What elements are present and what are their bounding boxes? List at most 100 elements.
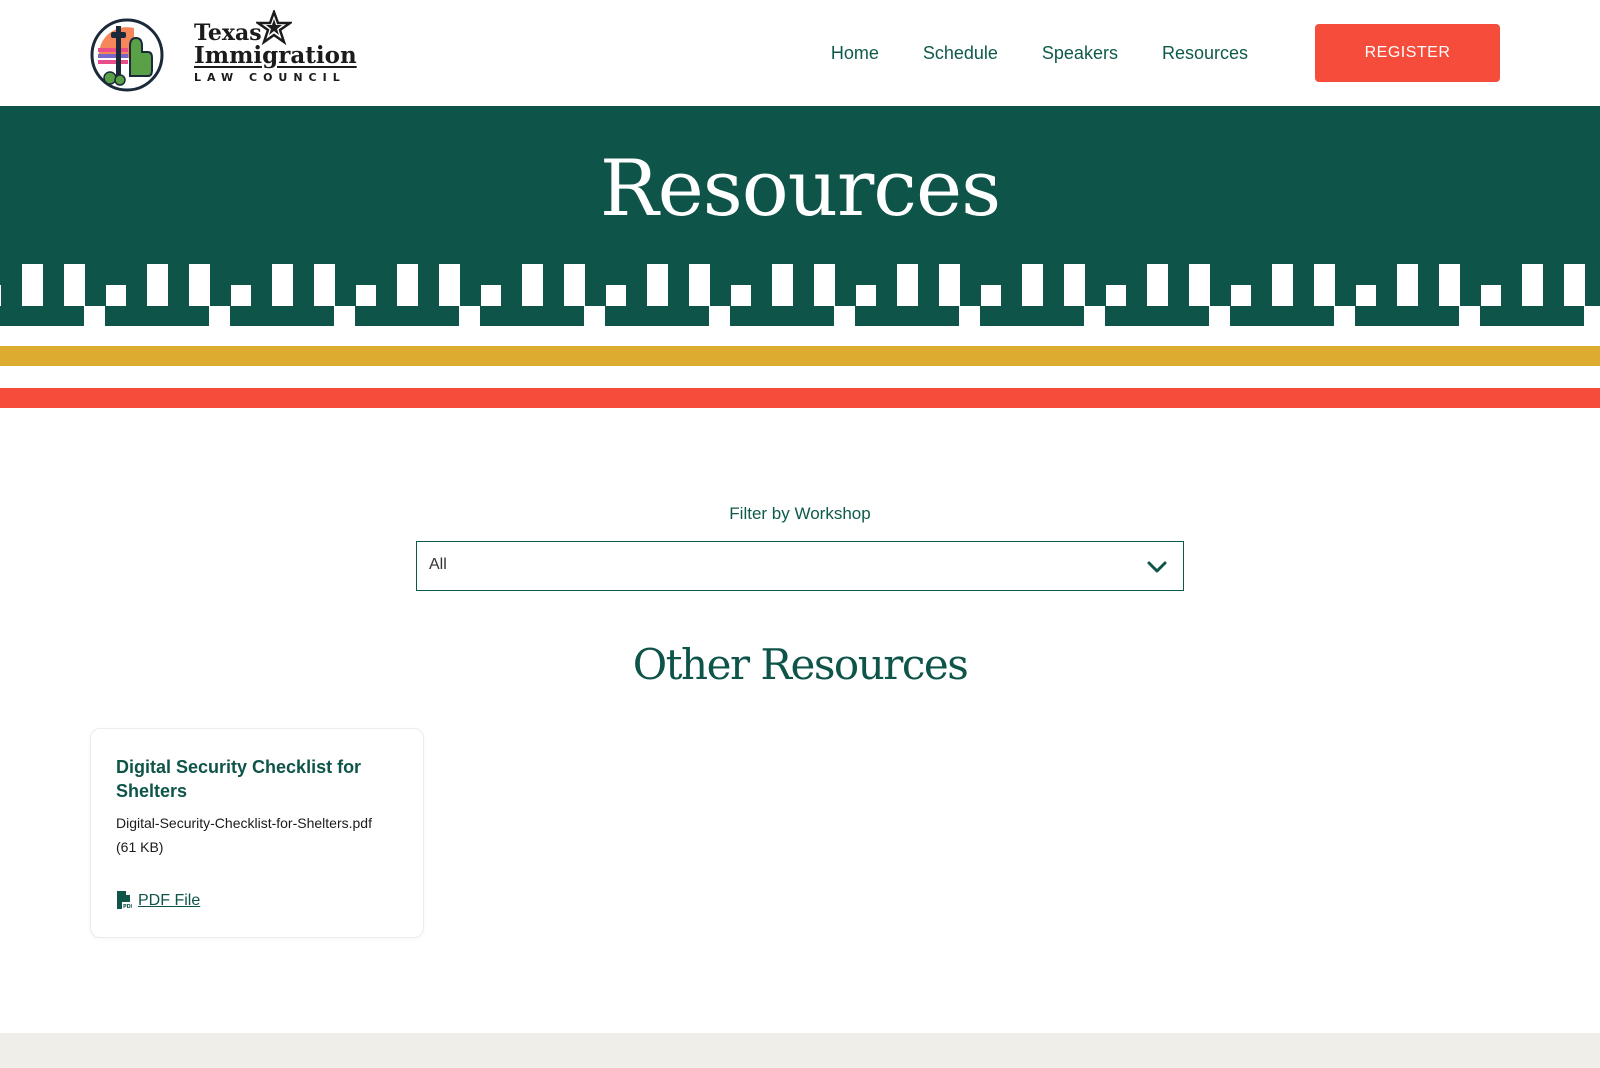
pattern-block (1043, 285, 1064, 306)
pattern-block (64, 264, 85, 285)
pattern-block (230, 306, 334, 326)
select-value: All (429, 556, 447, 573)
resource-type-link[interactable]: PDF PDF File (116, 891, 200, 910)
pattern-block (1105, 306, 1209, 326)
pattern-block (814, 264, 835, 285)
pattern-block (855, 306, 959, 326)
logo-line-3: LAW COUNCIL (194, 71, 346, 84)
pattern-block (1314, 264, 1335, 285)
pattern-block (1376, 285, 1397, 306)
workshop-filter-select[interactable]: All (416, 541, 1184, 591)
pattern-block (43, 285, 64, 306)
pattern-block (418, 285, 439, 306)
pattern-block (960, 285, 981, 306)
pattern-block (835, 285, 856, 306)
red-stripe (0, 388, 1600, 408)
pattern-block (1230, 306, 1334, 326)
pattern-block (1147, 264, 1168, 285)
pattern-block (168, 285, 189, 306)
logo-badge-icon (90, 18, 164, 92)
nav-resources[interactable]: Resources (1140, 38, 1270, 68)
pattern-block (876, 285, 897, 306)
pattern-block (1460, 285, 1481, 306)
svg-text:PDF: PDF (123, 904, 132, 910)
pattern-block (335, 285, 356, 306)
pattern-block (585, 285, 606, 306)
pattern-block (772, 264, 793, 285)
pattern-block (1501, 285, 1522, 306)
pattern-block (1585, 285, 1600, 306)
pdf-file-icon: PDF (117, 891, 132, 910)
main-nav: Home Schedule Speakers Resources (809, 38, 1270, 68)
page-title: Resources (599, 144, 1001, 234)
pattern-block (1001, 285, 1022, 306)
pattern-block (668, 285, 689, 306)
pattern-block (897, 264, 918, 285)
pattern-block (605, 306, 709, 326)
pattern-block (980, 306, 1084, 326)
pattern-block (1439, 264, 1460, 285)
pattern-block (1210, 285, 1231, 306)
nav-schedule[interactable]: Schedule (901, 38, 1020, 68)
pattern-block (397, 264, 418, 285)
pattern-block (1522, 264, 1543, 285)
pattern-block (1168, 285, 1189, 306)
pattern-block (939, 264, 960, 285)
pattern-block (460, 285, 481, 306)
pattern-block (1564, 264, 1585, 285)
pattern-block (689, 264, 710, 285)
filter-label: Filter by Workshop (729, 504, 871, 523)
star-icon (256, 10, 292, 46)
nav-speakers[interactable]: Speakers (1020, 38, 1140, 68)
pattern-block (1480, 306, 1584, 326)
pattern-block (0, 306, 84, 326)
resource-title[interactable]: Digital Security Checklist for Shelters (116, 755, 406, 803)
site-header: Texas Immigration LAW COUNCIL Home Sched… (0, 0, 1600, 106)
resource-type-label: PDF File (138, 891, 201, 909)
pattern-block (1251, 285, 1272, 306)
pattern-block (126, 285, 147, 306)
pattern-block (710, 285, 731, 306)
register-button[interactable]: REGISTER (1315, 24, 1500, 82)
site-logo[interactable]: Texas Immigration LAW COUNCIL (90, 10, 357, 94)
pattern-block (210, 285, 231, 306)
decorative-pattern (0, 264, 1600, 326)
pattern-block (1, 285, 22, 306)
pattern-block (1543, 285, 1564, 306)
resource-card[interactable]: Digital Security Checklist for Shelters … (90, 728, 424, 938)
pattern-block (564, 264, 585, 285)
pattern-block (1189, 264, 1210, 285)
pattern-block (1064, 264, 1085, 285)
pattern-block (85, 285, 106, 306)
pattern-block (293, 285, 314, 306)
pattern-block (918, 285, 939, 306)
site-footer (0, 1033, 1600, 1068)
pattern-block (793, 285, 814, 306)
gold-stripe (0, 346, 1600, 366)
pattern-block (1335, 285, 1356, 306)
pattern-block (1272, 264, 1293, 285)
logo-line-2: Immigration (194, 42, 357, 69)
pattern-block (1126, 285, 1147, 306)
pattern-block (1022, 264, 1043, 285)
pattern-block (1355, 306, 1459, 326)
resource-filename: Digital-Security-Checklist-for-Shelters.… (116, 815, 372, 855)
pattern-block (251, 285, 272, 306)
pattern-block (1397, 264, 1418, 285)
pattern-block (147, 264, 168, 285)
hero-banner: Resources (0, 106, 1600, 266)
pattern-block (522, 264, 543, 285)
pattern-block (1418, 285, 1439, 306)
pattern-block (1085, 285, 1106, 306)
chevron-down-icon (1147, 561, 1167, 573)
pattern-block (189, 264, 210, 285)
pattern-block (480, 306, 584, 326)
pattern-block (1293, 285, 1314, 306)
pattern-block (626, 285, 647, 306)
pattern-block (501, 285, 522, 306)
pattern-block (22, 264, 43, 285)
nav-home[interactable]: Home (809, 38, 901, 68)
pattern-block (543, 285, 564, 306)
pattern-block (647, 264, 668, 285)
pattern-block (314, 264, 335, 285)
